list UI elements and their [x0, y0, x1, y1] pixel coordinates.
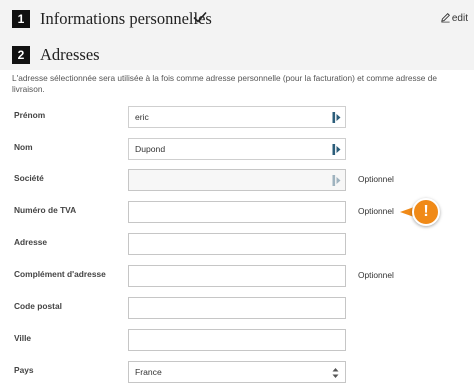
country-row: Pays France [0, 361, 474, 383]
edit-link[interactable]: edit [440, 12, 468, 24]
edit-label: edit [451, 13, 468, 24]
firstname-value: eric [135, 112, 149, 122]
checkmark-icon [193, 11, 207, 23]
address-intro-text: L'adresse sélectionnée sera utilisée à l… [12, 73, 437, 94]
country-value: France [135, 367, 162, 377]
lastname-input[interactable]: Dupond [128, 138, 346, 160]
address2-input[interactable] [128, 265, 346, 287]
postcode-input[interactable] [128, 297, 346, 319]
address-row: Adresse [0, 233, 474, 255]
address-input[interactable] [128, 233, 346, 255]
exclamation-icon: ! [412, 198, 440, 226]
autofill-icon[interactable] [332, 143, 342, 156]
firstname-input[interactable]: eric [128, 106, 346, 128]
step-number: 2 [12, 46, 30, 64]
city-input[interactable] [128, 329, 346, 351]
address-label: Adresse [14, 237, 48, 247]
company-input[interactable] [128, 169, 346, 191]
company-optional-label: Optionnel [358, 174, 394, 184]
select-arrows-icon [332, 368, 339, 378]
lastname-row: Nom Dupond [0, 138, 474, 160]
autofill-icon[interactable] [332, 174, 342, 187]
firstname-row: Prénom eric [0, 106, 474, 128]
company-row: Société Optionnel [0, 169, 474, 191]
step-title: Adresses [40, 45, 100, 64]
vat-label: Numéro de TVA [14, 205, 77, 215]
warning-tooltip[interactable]: ! [398, 196, 444, 228]
address2-row: Complément d'adresse Optionnel [0, 265, 474, 287]
address2-label: Complément d'adresse [14, 269, 106, 279]
lastname-label: Nom [14, 142, 33, 152]
step-addresses-header: 2 Adresses [0, 38, 474, 70]
vat-optional-label: Optionnel [358, 206, 394, 216]
autofill-icon[interactable] [332, 111, 342, 124]
country-select[interactable]: France [128, 361, 346, 383]
city-row: Ville [0, 329, 474, 351]
vat-input[interactable] [128, 201, 346, 223]
country-label: Pays [14, 365, 34, 375]
postcode-label: Code postal [14, 301, 62, 311]
step-title: Informations personnelles [40, 9, 212, 28]
step-number: 1 [12, 10, 30, 28]
company-label: Société [14, 173, 44, 183]
pencil-icon [441, 13, 450, 23]
address2-optional-label: Optionnel [358, 270, 394, 280]
firstname-label: Prénom [14, 110, 46, 120]
city-label: Ville [14, 333, 32, 343]
postcode-row: Code postal [0, 297, 474, 319]
step-personal-info-header: 1 Informations personnelles edit [0, 0, 474, 38]
lastname-value: Dupond [135, 144, 166, 154]
